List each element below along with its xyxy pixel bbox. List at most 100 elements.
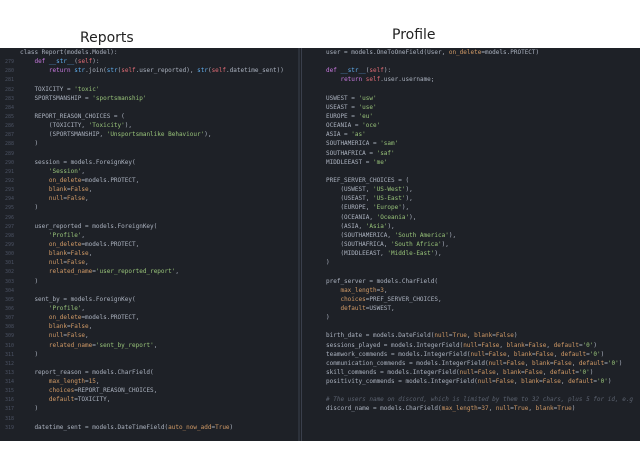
- code-token: =REPORT_REASON_CHOICES,: [74, 387, 158, 395]
- code-token: ,: [85, 195, 89, 203]
- code-line: EUROPE = 'eu': [302, 112, 640, 121]
- code-token: ),: [387, 222, 395, 230]
- code-token: ): [326, 314, 330, 322]
- code-line: 301 null=False,: [0, 258, 301, 267]
- code-token: True: [557, 405, 572, 413]
- code-line: (MIDDLEEAST, 'Middle-East'),: [302, 249, 640, 258]
- code-token: ): [607, 378, 612, 386]
- code-token: auto_now_add: [168, 423, 212, 431]
- code-line: positivity_commends = models.IntegerFiel…: [302, 377, 640, 386]
- code-line: (USWEST, 'US-West'),: [302, 185, 640, 194]
- code-token: on_delete: [48, 176, 82, 184]
- code-line: 310 related_name='sent_by_report',: [0, 341, 301, 350]
- code-token: self: [365, 76, 381, 84]
- code-token: ,: [524, 359, 532, 367]
- profile-heading: Profile: [392, 27, 436, 43]
- code-line: 291 'Session',: [0, 167, 301, 176]
- code-token: False: [66, 259, 86, 267]
- code-token: null: [48, 259, 64, 267]
- code-token: (MIDDLEEAST,: [326, 250, 388, 258]
- code-token: ,: [528, 405, 536, 413]
- code-token: default: [340, 304, 366, 312]
- code-token: report_reason = models.CharField(: [20, 368, 154, 376]
- code-line: 294 null=False,: [0, 194, 301, 203]
- code-token: False: [481, 341, 500, 349]
- code-token: =models.PROTECT,: [81, 176, 140, 184]
- reports-heading: Reports: [80, 30, 134, 46]
- code-line: 289: [0, 149, 301, 158]
- profile-code-panel[interactable]: user = models.OneToOneField(User, on_del…: [302, 48, 640, 441]
- code-line: (USEAST, 'US-East'),: [302, 194, 640, 203]
- code-token: session = models.ForeignKey(: [20, 158, 136, 166]
- code-token: on_delete: [448, 49, 482, 56]
- code-line: PREF_SERVER_CHOICES = (: [302, 176, 640, 185]
- code-token: (SOUTHAFRICA,: [326, 240, 392, 248]
- code-token: __str__: [48, 58, 75, 66]
- code-line: 313 report_reason = models.CharField(: [0, 368, 301, 377]
- code-token: ,: [81, 231, 86, 239]
- code-token: max_length: [48, 378, 86, 386]
- code-token: 'Middle-East': [387, 250, 435, 258]
- code-token: SPORTSMANSHIP =: [20, 94, 93, 102]
- code-token: False: [70, 250, 89, 258]
- code-token: USWEST =: [326, 94, 359, 102]
- code-token: 'as': [351, 131, 366, 139]
- code-line: 298 'Profile',: [0, 231, 301, 240]
- code-line: SOUTHAFRICA = 'saf': [302, 149, 640, 158]
- code-token: ): [20, 140, 39, 148]
- code-line: 306 'Profile',: [0, 304, 301, 313]
- code-token: ,: [85, 259, 89, 267]
- code-token: False: [524, 368, 543, 376]
- code-token: EUROPE =: [326, 112, 359, 120]
- code-token: ): [20, 204, 39, 212]
- code-line: 307 on_delete=models.PROTECT,: [0, 313, 301, 322]
- code-token: 'usw': [358, 94, 377, 102]
- code-token: ): [229, 423, 234, 431]
- code-line: return self.user.username;: [302, 75, 640, 84]
- code-token: False: [488, 350, 507, 358]
- code-line: 308 blank=False,: [0, 322, 301, 331]
- code-line: 286 (TOXICITY, 'Toxicity'),: [0, 121, 301, 130]
- code-token: default: [560, 350, 587, 358]
- code-token: ,: [88, 186, 93, 194]
- code-token: ,: [153, 341, 158, 349]
- code-token: blank: [535, 405, 554, 413]
- code-token: 'eu': [358, 112, 373, 120]
- code-token: teamwork_commends = models.IntegerField(: [326, 350, 471, 358]
- code-token: return: [340, 76, 363, 84]
- code-token: blank: [503, 368, 522, 376]
- code-line: 282 TOXICITY = 'toxic': [0, 85, 301, 94]
- code-token: True: [452, 332, 467, 340]
- reports-code-panel[interactable]: class Report(models.Model): 279 def __str…: [0, 48, 302, 441]
- code-token: ,: [499, 341, 507, 349]
- code-line: 312: [0, 359, 301, 368]
- code-token: False: [70, 186, 89, 194]
- code-token: ,: [513, 378, 522, 386]
- code-line: communication_commends = models.IntegerF…: [302, 359, 640, 368]
- code-token: 'Oceania': [376, 213, 410, 221]
- code-token: ),: [401, 204, 410, 212]
- code-token: ):: [92, 58, 100, 66]
- code-token: pref_server = models.CharField(: [326, 277, 438, 285]
- code-token: 'US-East': [372, 195, 406, 203]
- code-token: ,: [546, 341, 554, 349]
- code-line: 285 REPORT_REASON_CHOICES = (: [0, 112, 301, 121]
- code-token: default: [553, 341, 579, 349]
- code-token: ): [593, 341, 598, 349]
- code-token: ,: [560, 378, 569, 386]
- code-line: 302 related_name='user_reported_report',: [0, 267, 301, 276]
- code-line: 283 SPORTSMANSHIP = 'sportsmanship': [0, 94, 301, 103]
- code-token: blank: [521, 378, 540, 386]
